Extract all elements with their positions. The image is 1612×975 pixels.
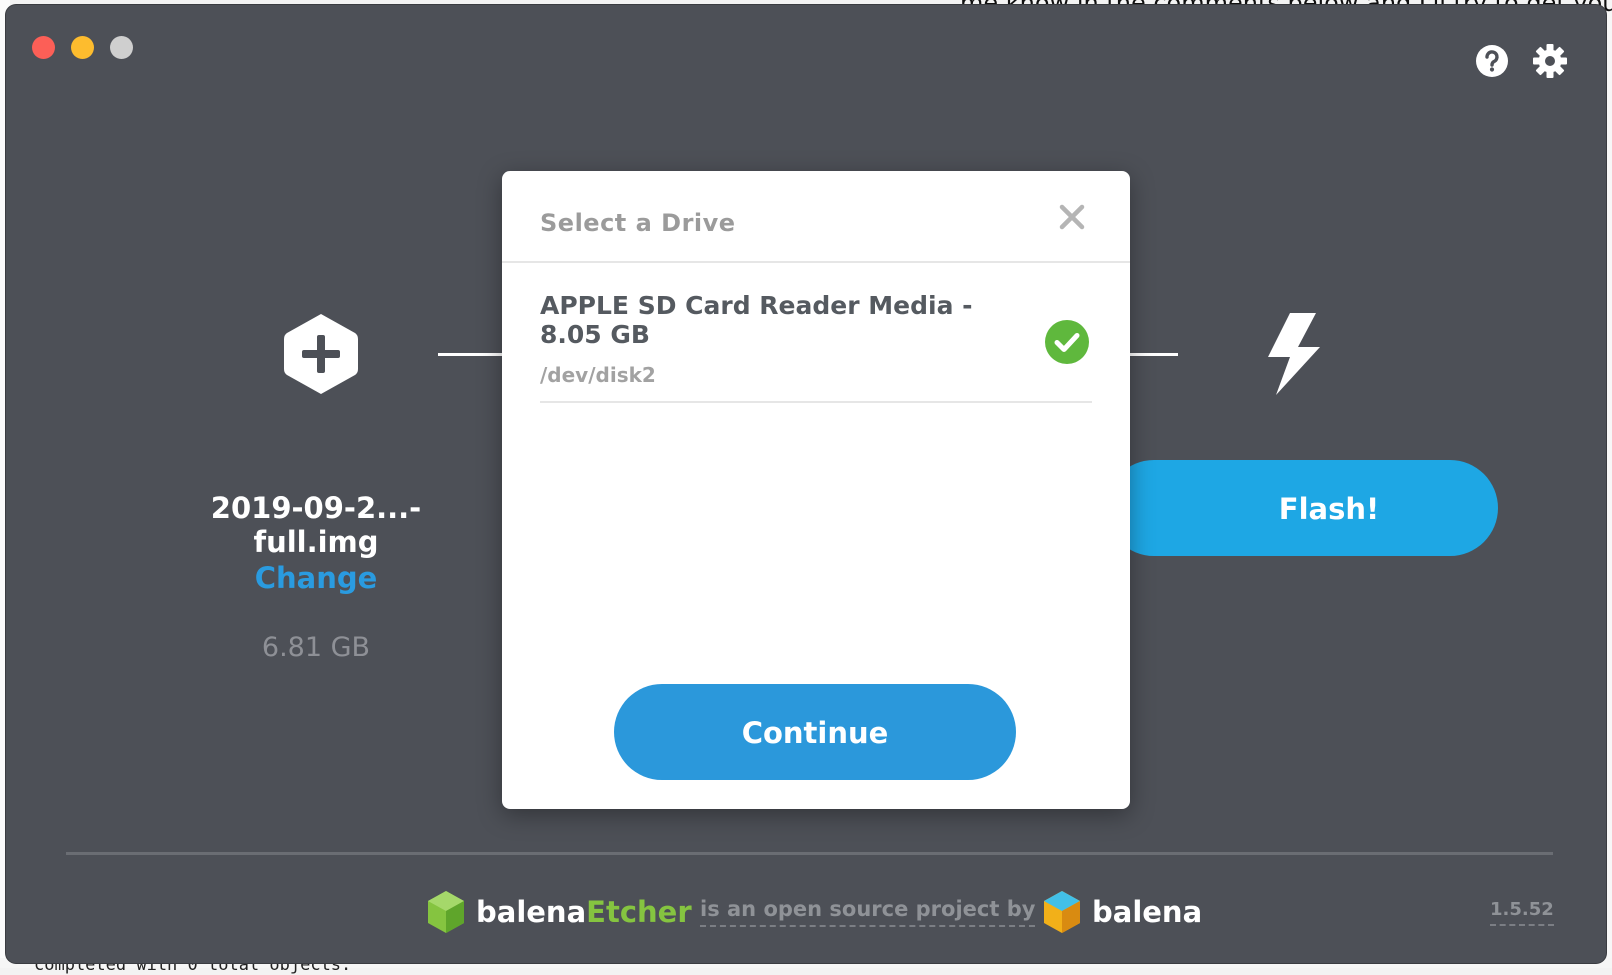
gear-icon[interactable]	[1532, 43, 1568, 79]
window-close-button[interactable]	[32, 36, 55, 59]
image-size: 6.81 GB	[261, 632, 371, 663]
change-image-link[interactable]: Change	[216, 561, 416, 595]
lightning-icon	[1268, 313, 1320, 395]
select-drive-modal: Select a Drive APPLE SD Card Reader Medi…	[502, 171, 1130, 809]
footer-divider	[66, 852, 1553, 855]
etcher-logo-icon[interactable]	[426, 889, 466, 935]
brand-balena-part: balena	[476, 895, 587, 929]
modal-title: Select a Drive	[540, 209, 736, 237]
brand-etcher-part: Etcher	[586, 895, 692, 929]
drive-path: /dev/disk2	[540, 363, 656, 387]
balena-logo-icon[interactable]	[1042, 889, 1082, 935]
help-icon[interactable]	[1474, 43, 1510, 79]
open-source-link[interactable]: is an open source project by	[700, 897, 1036, 927]
image-filename: 2019-09-2...-full.img	[210, 491, 422, 559]
etcher-window: 2019-09-2...-full.img Change 6.81 GB Fla…	[6, 5, 1606, 963]
checkmark-circle-icon	[1045, 320, 1089, 364]
flash-button[interactable]: Flash!	[1106, 460, 1498, 556]
step-connector-left	[438, 353, 502, 356]
balena-etcher-brand[interactable]: balenaEtcher	[476, 895, 692, 929]
window-minimize-button[interactable]	[71, 36, 94, 59]
close-icon[interactable]	[1056, 201, 1088, 233]
continue-button[interactable]: Continue	[614, 684, 1016, 780]
window-zoom-button[interactable]	[110, 36, 133, 59]
drive-divider	[540, 401, 1092, 403]
balena-brand[interactable]: balena	[1092, 895, 1202, 929]
drive-list-item[interactable]: APPLE SD Card Reader Media - 8.05 GB /de…	[540, 263, 1092, 403]
version-link[interactable]: 1.5.52	[1490, 899, 1554, 926]
drive-name: APPLE SD Card Reader Media - 8.05 GB	[540, 291, 973, 349]
plus-hexagon-icon[interactable]	[281, 311, 361, 397]
